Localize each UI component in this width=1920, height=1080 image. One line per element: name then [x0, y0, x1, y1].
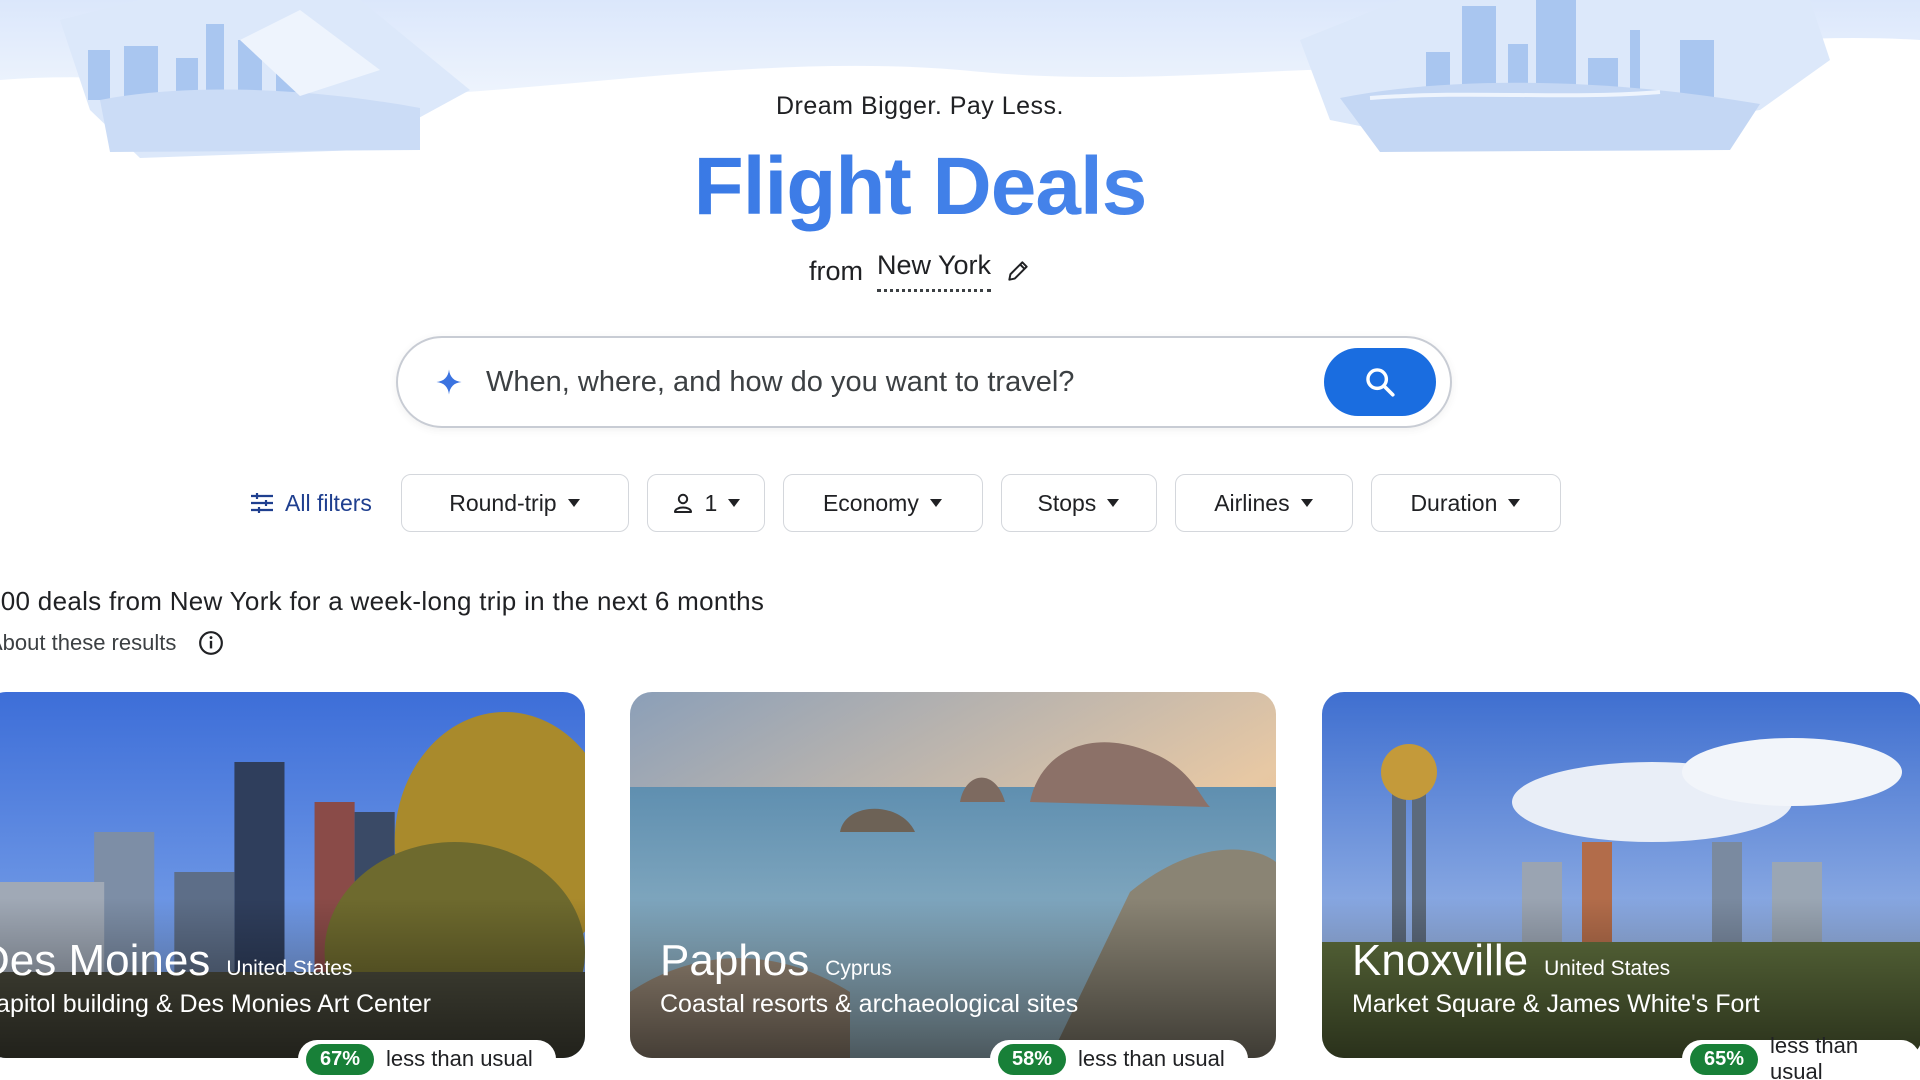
price-drop-badge: 58% less than usual — [990, 1040, 1248, 1078]
origin-city[interactable]: New York — [876, 250, 992, 292]
destination-name: Paphos Cyprus — [660, 936, 892, 986]
city-name: Des Moines — [0, 936, 211, 985]
search-button[interactable] — [1324, 348, 1436, 416]
trip-type-dropdown[interactable]: Round-trip — [400, 474, 629, 532]
chevron-down-icon — [1508, 499, 1521, 507]
all-filters-label: All filters — [285, 489, 372, 516]
deal-card[interactable]: Paphos Cyprus Coastal resorts & archaeolo… — [630, 692, 1276, 1058]
person-icon — [673, 493, 692, 513]
destination-description: Coastal resorts & archaeological sites — [660, 990, 1079, 1018]
cabin-class-dropdown[interactable]: Economy — [782, 474, 983, 532]
price-drop-label: less than usual — [386, 1046, 533, 1071]
chevron-down-icon — [1300, 499, 1313, 507]
price-drop-badge: 65% less than usual — [1682, 1033, 1920, 1080]
edit-icon[interactable] — [1005, 258, 1031, 284]
city-name: Paphos — [660, 936, 810, 985]
price-drop-percent: 65% — [1690, 1043, 1759, 1075]
airlines-dropdown[interactable]: Airlines — [1174, 474, 1353, 532]
airlines-label: Airlines — [1214, 489, 1290, 516]
page-title: Flight Deals — [0, 140, 1840, 234]
price-drop-label: less than usual — [1770, 1033, 1859, 1080]
country-name: United States — [226, 957, 353, 980]
duration-label: Duration — [1410, 489, 1498, 516]
origin-prefix: from — [808, 255, 863, 286]
chevron-down-icon — [728, 499, 741, 507]
price-drop-label: less than usual — [1078, 1046, 1225, 1071]
destination-name: Knoxville United States — [1352, 936, 1670, 986]
about-results[interactable]: About these results — [0, 630, 224, 656]
stops-label: Stops — [1037, 489, 1097, 516]
about-results-label[interactable]: About these results — [0, 630, 176, 656]
sparkle-icon — [436, 369, 462, 395]
city-name: Knoxville — [1352, 936, 1529, 985]
price-drop-percent: 58% — [998, 1043, 1067, 1075]
deal-card[interactable]: Knoxville United States Market Square & J… — [1322, 692, 1920, 1058]
search-bar[interactable] — [396, 336, 1452, 428]
passengers-dropdown[interactable]: 1 — [646, 474, 765, 532]
country-name: Cyprus — [825, 957, 892, 980]
cabin-class-value: Economy — [822, 489, 919, 516]
search-input[interactable] — [486, 365, 1324, 399]
results-summary: 200 deals from New York for a week-long … — [0, 586, 765, 616]
destination-description: Market Square & James White's Fort — [1352, 990, 1760, 1018]
chevron-down-icon — [1107, 499, 1120, 507]
info-icon[interactable] — [198, 630, 224, 656]
chevron-down-icon — [929, 499, 942, 507]
all-filters-button[interactable]: All filters — [238, 474, 383, 532]
destination-description: Capitol building & Des Monies Art Center — [0, 990, 432, 1018]
search-icon — [1366, 368, 1395, 397]
filter-sliders-icon — [251, 493, 273, 513]
chevron-down-icon — [567, 499, 580, 507]
price-drop-percent: 67% — [306, 1043, 375, 1075]
filter-bar: All filters Round-trip 1 Economy Stops A… — [238, 474, 1561, 532]
country-name: United States — [1544, 957, 1671, 980]
duration-dropdown[interactable]: Duration — [1370, 474, 1561, 532]
stops-dropdown[interactable]: Stops — [1000, 474, 1157, 532]
origin-selector[interactable]: from New York — [0, 250, 1840, 292]
tagline: Dream Bigger. Pay Less. — [775, 92, 1064, 120]
passengers-value: 1 — [704, 489, 718, 516]
price-drop-badge: 67% less than usual — [298, 1040, 556, 1078]
deal-card[interactable]: Des Moines United States Capitol building… — [0, 692, 585, 1058]
trip-type-value: Round-trip — [449, 489, 557, 516]
destination-name: Des Moines United States — [0, 936, 352, 986]
